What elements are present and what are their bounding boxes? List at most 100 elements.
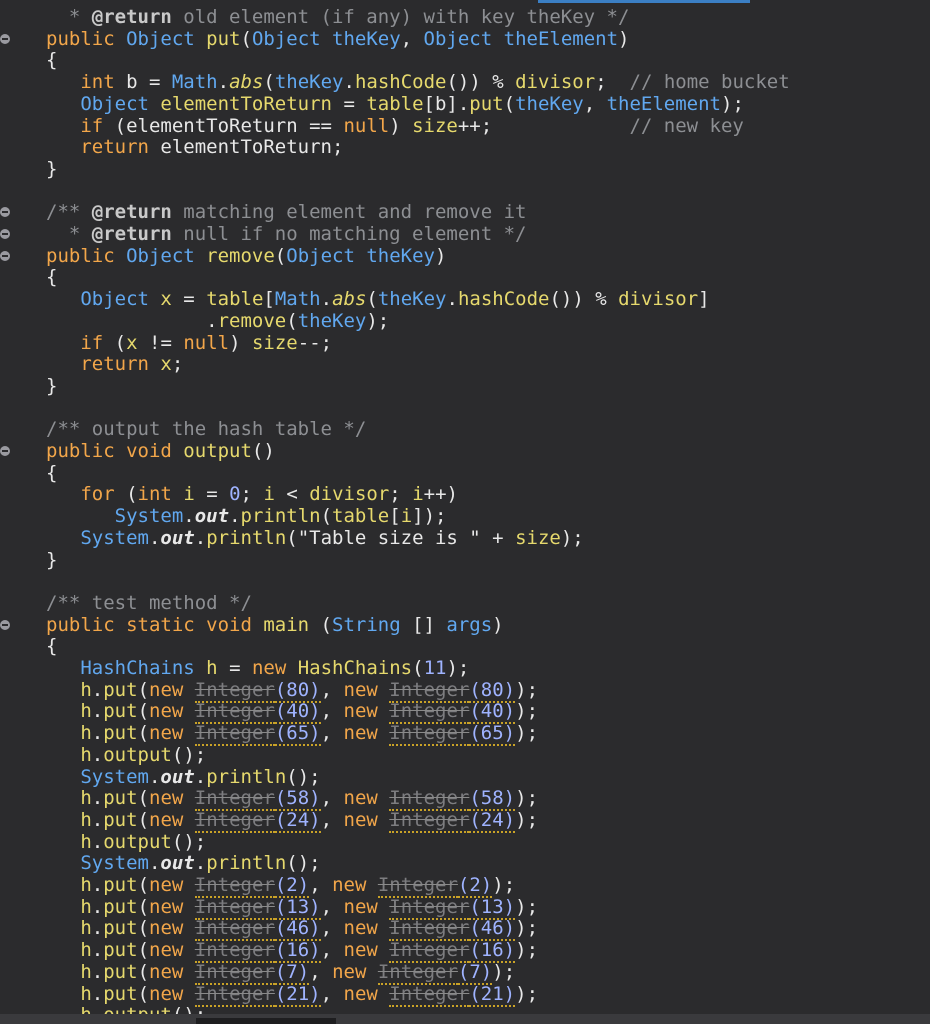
code-token: null if no matching element */ xyxy=(171,223,527,245)
code-line[interactable]: h.put(new Integer(2), new Integer(2)); xyxy=(46,874,516,898)
code-line[interactable]: /** test method */ xyxy=(46,592,252,614)
code-token: new xyxy=(343,808,390,831)
code-line[interactable]: /** output the hash table */ xyxy=(46,418,366,440)
code-token: Integer xyxy=(194,982,275,1007)
code-token: hashCode xyxy=(457,288,550,311)
code-line[interactable]: public static void main (String [] args) xyxy=(46,614,504,636)
code-line[interactable]: Object x = table[Math.abs(theKey.hashCod… xyxy=(46,288,709,311)
code-line[interactable]: /** @return matching element and remove … xyxy=(46,201,526,223)
code-token: table xyxy=(206,288,264,311)
code-line[interactable]: } xyxy=(46,549,57,571)
code-token: println xyxy=(206,852,287,875)
code-line[interactable]: return elementToReturn; xyxy=(46,136,343,158)
code-line[interactable]: } xyxy=(46,375,57,397)
code-token: (40) xyxy=(274,700,321,725)
code-line[interactable]: { xyxy=(46,635,57,657)
code-line[interactable]: h.output(); xyxy=(46,744,206,766)
code-token: output xyxy=(103,743,172,766)
code-token: , xyxy=(320,808,344,831)
code-token: Integer xyxy=(194,678,275,703)
code-line[interactable]: public Object remove(Object theKey) xyxy=(46,245,446,267)
code-line[interactable]: for (int i = 0; i < divisor; i++) xyxy=(46,483,458,505)
code-token: ( xyxy=(286,309,298,332)
code-token: put xyxy=(103,874,138,896)
code-line[interactable]: } xyxy=(46,158,57,180)
code-token: ); xyxy=(515,722,539,745)
code-line[interactable]: if (elementToReturn == null) size++; // … xyxy=(46,115,744,137)
code-token: = xyxy=(217,657,252,679)
code-line[interactable]: public Object put(Object theKey, Object … xyxy=(46,28,629,50)
code-line[interactable]: System.out.println("Table size is " + si… xyxy=(46,526,584,549)
override-marker-icon[interactable] xyxy=(0,619,10,630)
code-line[interactable]: h.put(new Integer(58), new Integer(58)); xyxy=(46,787,538,812)
code-token: , xyxy=(583,92,607,115)
code-line[interactable]: h.put(new Integer(46), new Integer(46)); xyxy=(46,917,538,942)
code-token: output xyxy=(183,440,252,462)
code-token: ; xyxy=(240,483,264,506)
code-token: [ xyxy=(263,288,275,311)
code-token: --; xyxy=(297,331,333,354)
code-line[interactable]: .remove(theKey); xyxy=(46,310,389,332)
code-token: (); xyxy=(286,852,321,875)
code-token: put xyxy=(469,92,504,115)
code-line[interactable]: h.put(new Integer(21), new Integer(21)); xyxy=(46,982,538,1007)
code-line[interactable]: { xyxy=(46,49,57,71)
code-token: ); xyxy=(492,874,516,896)
code-line[interactable]: Object elementToReturn = table[b].put(th… xyxy=(46,93,744,115)
code-line[interactable]: return x; xyxy=(46,353,183,375)
code-line[interactable]: System.out.println(table[i]); xyxy=(46,505,447,527)
override-marker-icon[interactable] xyxy=(0,229,10,239)
code-line[interactable]: System.out.println(); xyxy=(46,852,321,875)
code-line[interactable]: h.put(new Integer(80), new Integer(80)); xyxy=(46,678,538,703)
code-token: /** xyxy=(46,201,92,224)
code-line[interactable]: System.out.println(); xyxy=(46,766,320,788)
code-line[interactable]: if (x != null) size--; xyxy=(46,332,332,354)
code-line[interactable]: h.put(new Integer(24), new Integer(24)); xyxy=(46,808,539,833)
code-line[interactable]: int b = Math.abs(theKey.hashCode()) % di… xyxy=(46,71,789,94)
code-line[interactable]: h.put(new Integer(16), new Integer(16)); xyxy=(46,939,538,964)
code-line[interactable]: h.output(); xyxy=(46,831,206,853)
code-token: theKey xyxy=(274,71,344,94)
code-token: (80) xyxy=(469,678,516,703)
code-token: 11 xyxy=(423,657,447,679)
horizontal-scrollbar-track[interactable] xyxy=(0,1014,930,1024)
code-line[interactable]: * @return null if no matching element */ xyxy=(46,223,527,245)
code-token: public xyxy=(46,244,127,267)
code-token: public static void xyxy=(46,613,264,636)
code-line[interactable]: public void output() xyxy=(46,440,275,462)
code-line[interactable]: { xyxy=(46,266,57,288)
code-line[interactable]: h.put(new Integer(13), new Integer(13)); xyxy=(46,895,538,920)
code-line[interactable]: * @return old element (if any) with key … xyxy=(46,6,630,28)
code-token: ++; xyxy=(457,114,493,137)
code-token: divisor xyxy=(309,483,390,506)
code-token: put xyxy=(103,982,138,1005)
code-token: h xyxy=(80,939,92,962)
code-token: ) xyxy=(229,331,252,354)
code-line[interactable]: h.put(new Integer(40), new Integer(40)); xyxy=(46,700,538,725)
code-token: new xyxy=(332,960,378,983)
code-token: ( xyxy=(137,722,150,745)
code-token: (21) xyxy=(469,982,516,1007)
code-line[interactable]: h.put(new Integer(7), new Integer(7)); xyxy=(46,960,515,985)
horizontal-scrollbar-thumb[interactable] xyxy=(196,1018,336,1024)
code-token: h xyxy=(80,700,92,723)
code-line[interactable]: { xyxy=(46,462,57,484)
code-editor[interactable]: * @return old element (if any) with key … xyxy=(0,0,930,1024)
code-line[interactable]: h.put(new Integer(65), new Integer(65)); xyxy=(46,722,539,747)
code-token: new xyxy=(343,700,390,723)
override-marker-icon[interactable] xyxy=(0,446,10,456)
override-marker-icon[interactable] xyxy=(0,250,10,261)
code-token: ( xyxy=(137,787,150,810)
code-token: h xyxy=(80,917,92,940)
code-token: Object xyxy=(80,92,161,115)
code-token: Object xyxy=(80,288,161,311)
code-token: Integer xyxy=(194,722,275,747)
code-token: new xyxy=(343,722,390,745)
code-token: ); xyxy=(560,526,584,549)
code-token: ); xyxy=(515,808,539,831)
code-line[interactable]: HashChains h = new HashChains(11); xyxy=(46,657,469,679)
override-marker-icon[interactable] xyxy=(0,33,10,44)
code-token: ( xyxy=(137,700,150,723)
code-token: (21) xyxy=(274,982,321,1007)
